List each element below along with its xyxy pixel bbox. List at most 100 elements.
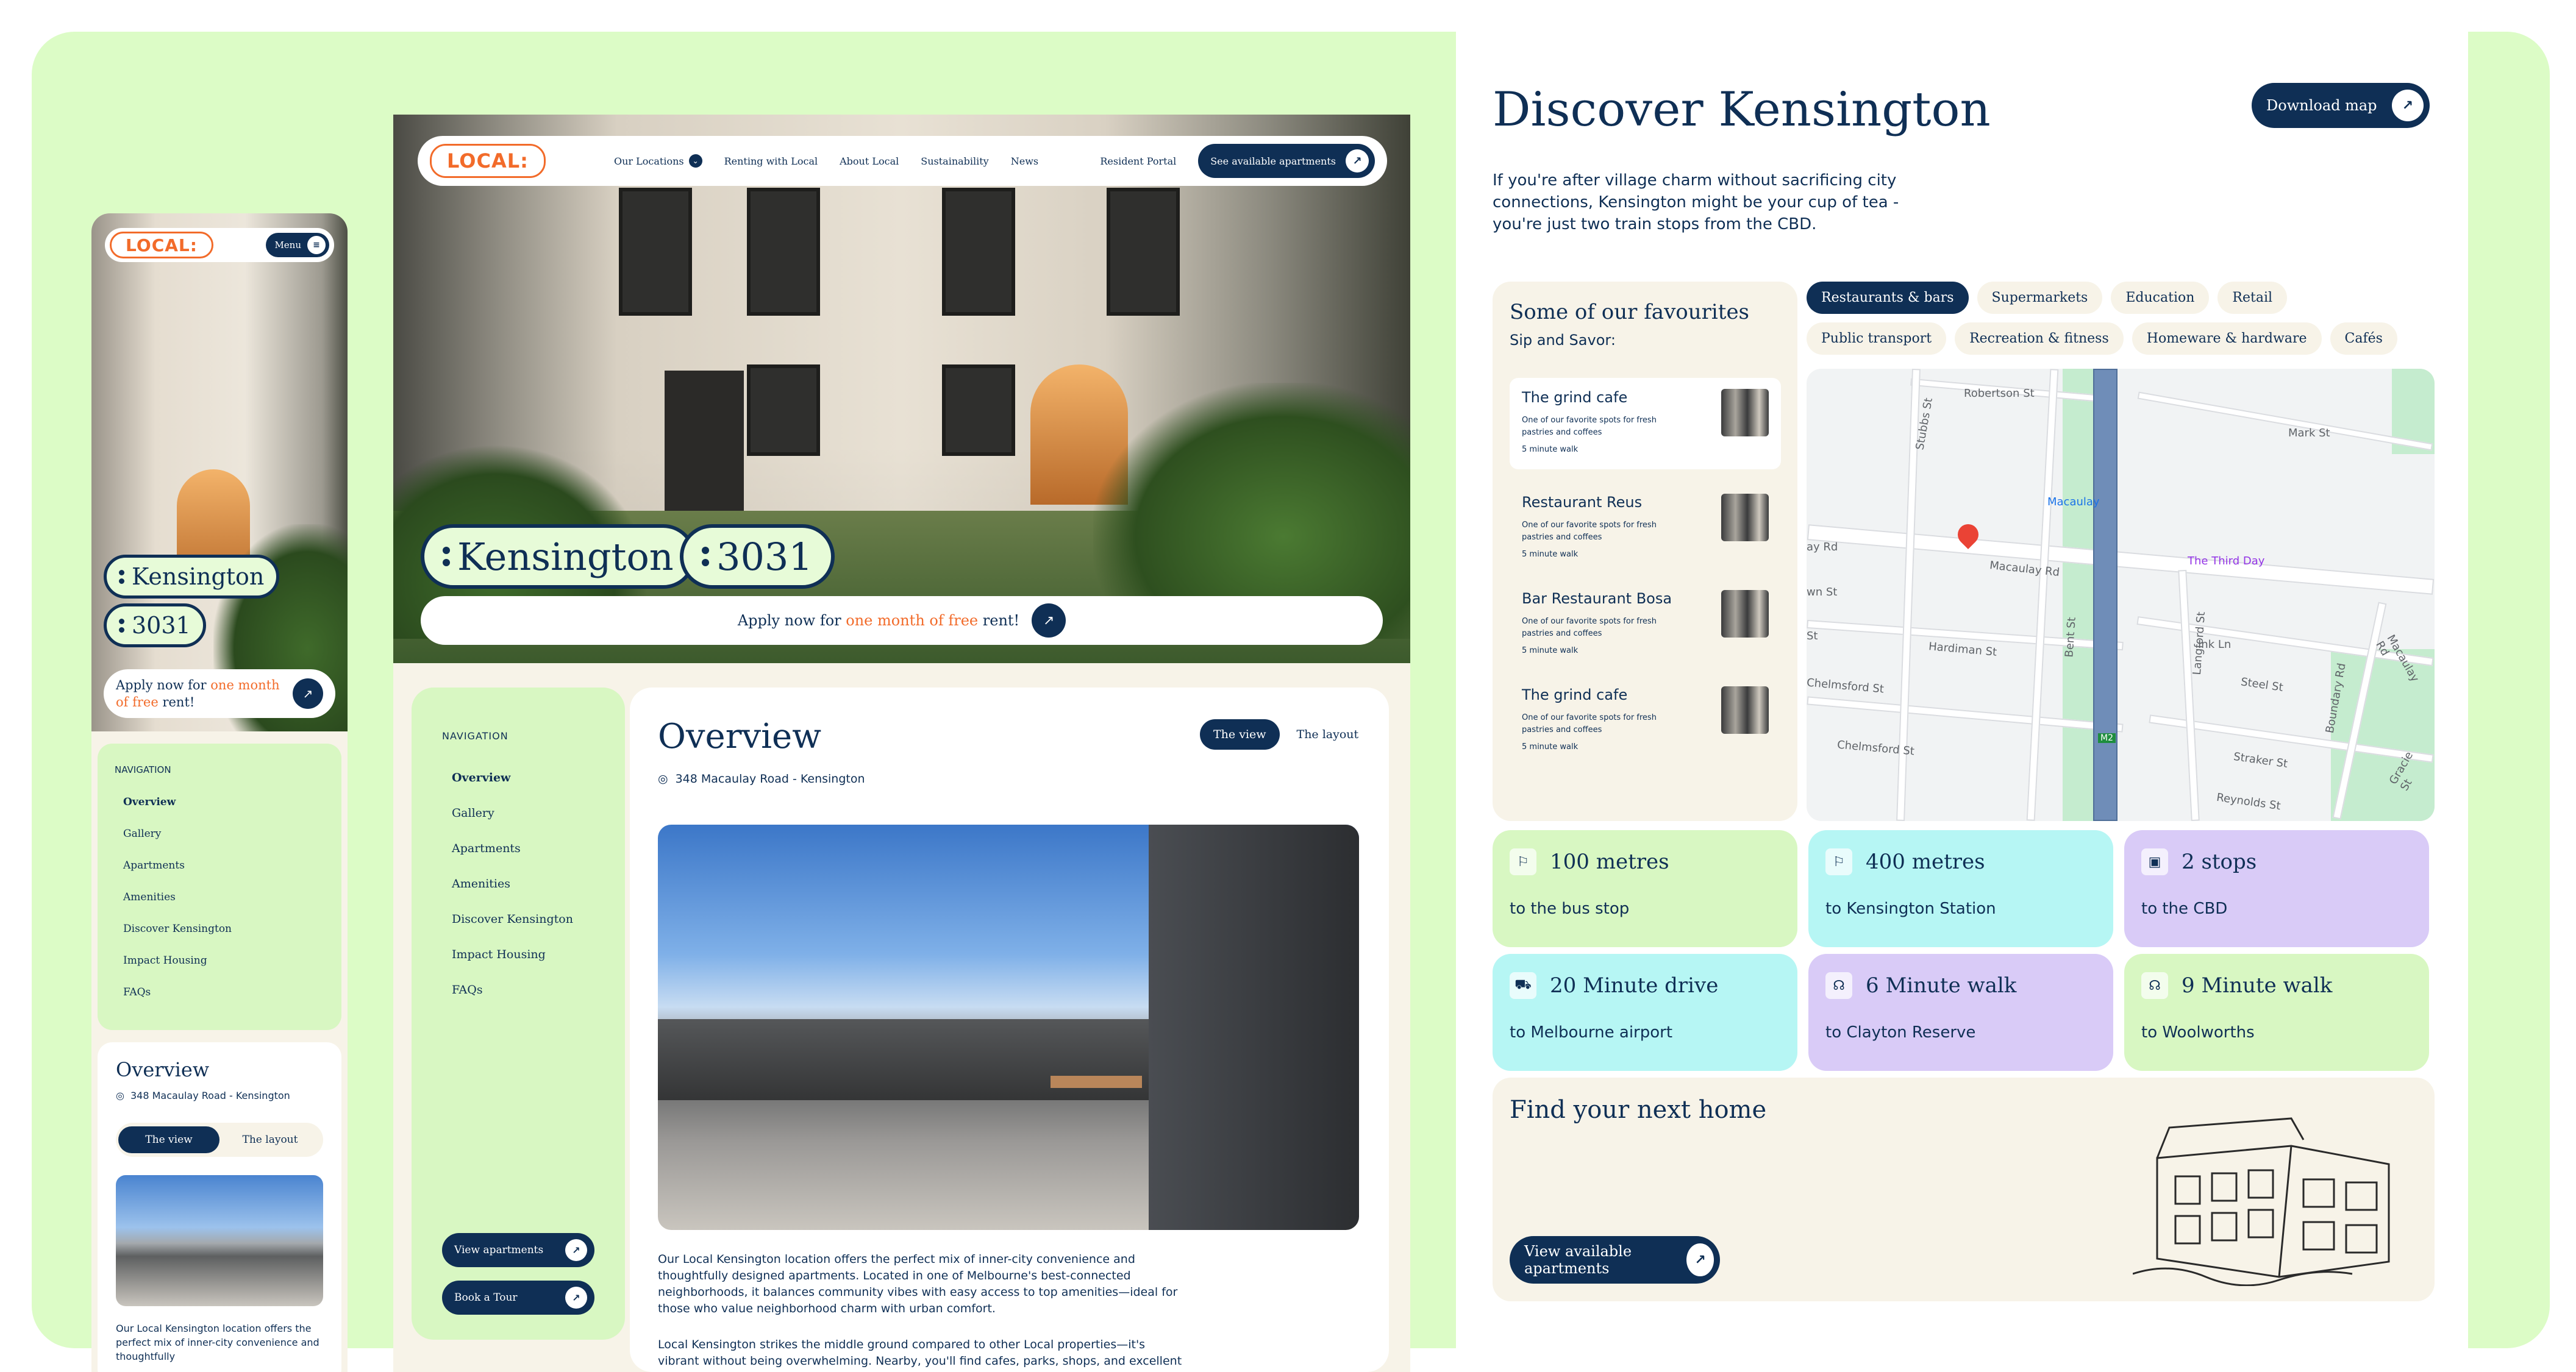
nav-our-locations[interactable]: Our Locations ⌄	[614, 154, 702, 168]
navigation-heading: NAVIGATION	[442, 730, 508, 742]
flag-icon: ⚐	[1510, 848, 1536, 875]
sidenav-apartments[interactable]: Apartments	[452, 842, 594, 855]
stat-card: ☊ 9 Minute walk to Woolworths	[2124, 954, 2429, 1071]
sidenav-overview[interactable]: Overview	[123, 796, 324, 808]
sidenav-discover-kensington[interactable]: Discover Kensington	[452, 912, 594, 926]
favourite-card[interactable]: The grind cafe One of our favorite spots…	[1510, 378, 1781, 469]
book-tour-button[interactable]: Book a Tour ↗	[442, 1281, 594, 1315]
see-apartments-button[interactable]: See available apartments ↗	[1198, 144, 1375, 178]
sidenav-impact-housing[interactable]: Impact Housing	[123, 954, 324, 967]
resident-portal-link[interactable]: Resident Portal	[1100, 155, 1176, 167]
chip-retail[interactable]: Retail	[2217, 282, 2288, 314]
sidenav-impact-housing[interactable]: Impact Housing	[452, 948, 594, 961]
view-apartments-button[interactable]: View apartments ↗	[442, 1233, 594, 1267]
discover-intro: If you're after village charm without sa…	[1493, 171, 1899, 233]
train-icon: ▣	[2141, 848, 2168, 875]
sidenav-amenities[interactable]: Amenities	[123, 891, 324, 903]
chip-homeware-hardware[interactable]: Homeware & hardware	[2132, 322, 2322, 355]
building-door	[665, 371, 744, 523]
view-layout-toggle: The view The layout	[116, 1123, 323, 1157]
location-pin-icon: ◎	[116, 1090, 124, 1101]
favourite-card[interactable]: Bar Restaurant Bosa One of our favorite …	[1510, 579, 1781, 670]
apply-banner[interactable]: Apply now for one month of free rent! ↗	[421, 596, 1383, 645]
chip-education[interactable]: Education	[2111, 282, 2210, 314]
arrow-up-right-icon[interactable]: ↗	[293, 678, 323, 709]
car-icon: ⛟	[1510, 972, 1536, 999]
side-navigation: NAVIGATION Overview Gallery Apartments A…	[412, 688, 625, 1340]
favourites-panel: Some of our favourites Sip and Savor: Th…	[1493, 282, 1797, 821]
stat-card: ⛟ 20 Minute drive to Melbourne airport	[1493, 954, 1797, 1071]
venue-thumbnail	[1721, 686, 1769, 734]
discover-title: Discover Kensington	[1493, 82, 1991, 137]
walk-icon: ☊	[1825, 972, 1852, 999]
building-window	[747, 188, 820, 316]
favourite-card[interactable]: The grind cafe One of our favorite spots…	[1510, 675, 1781, 767]
venue-thumbnail	[1721, 590, 1769, 638]
sidenav-amenities[interactable]: Amenities	[452, 877, 594, 890]
category-chips: Restaurants & bars Supermarkets Educatio…	[1807, 282, 2435, 355]
building-window	[942, 188, 1015, 316]
arrow-up-right-icon[interactable]: ↗	[1032, 603, 1066, 638]
postcode-tag: 3031	[104, 603, 206, 647]
flag-icon: ⚐	[1825, 848, 1852, 875]
building-sketch-illustration	[2133, 1117, 2390, 1286]
nav-renting-with-local[interactable]: Renting with Local	[724, 155, 818, 167]
chip-cafes[interactable]: Cafés	[2330, 322, 2397, 355]
overview-title: Overview	[116, 1058, 210, 1081]
stat-card: ▣ 2 stops to the CBD	[2124, 830, 2429, 947]
chip-recreation-fitness[interactable]: Recreation & fitness	[1955, 322, 2124, 355]
download-map-button[interactable]: Download map ↗	[2252, 83, 2430, 128]
area-map[interactable]: Robertson St Stubbs St Mark St Macaulay …	[1807, 369, 2435, 821]
rail-line	[2093, 369, 2118, 821]
sidenav-discover-kensington[interactable]: Discover Kensington	[123, 923, 324, 935]
overview-section: Overview ◎ 348 Macaulay Road - Kensingto…	[630, 688, 1389, 1372]
overview-paragraph-2: Local Kensington strikes the middle grou…	[658, 1338, 1182, 1372]
balcony-photo	[658, 825, 1359, 1230]
nav-news[interactable]: News	[1011, 155, 1038, 167]
sidenav-apartments[interactable]: Apartments	[123, 859, 324, 872]
venue-thumbnail	[1721, 494, 1769, 541]
chip-public-transport[interactable]: Public transport	[1807, 322, 1947, 355]
tab-the-layout[interactable]: The layout	[1283, 719, 1372, 750]
local-logo[interactable]: LOCAL:	[430, 144, 546, 178]
tab-the-layout[interactable]: The layout	[219, 1126, 321, 1153]
find-home-section: Find your next home View available apart…	[1493, 1078, 2435, 1301]
tab-the-view[interactable]: The view	[118, 1126, 219, 1153]
stat-card: ☊ 6 Minute walk to Clayton Reserve	[1808, 954, 2113, 1071]
chip-supermarkets[interactable]: Supermarkets	[1977, 282, 2103, 314]
local-logo[interactable]: LOCAL:	[110, 232, 213, 258]
view-layout-toggle: The view The layout	[1200, 719, 1372, 750]
suburb-tag: Kensington	[104, 555, 280, 599]
stat-card: ⚐ 400 metres to Kensington Station	[1808, 830, 2113, 947]
favourite-card[interactable]: Restaurant Reus One of our favorite spot…	[1510, 483, 1781, 574]
menu-button[interactable]: Menu ≡	[266, 233, 329, 257]
mobile-side-navigation: NAVIGATION Overview Gallery Apartments A…	[98, 744, 341, 1030]
postcode-tag: 3031	[680, 524, 835, 589]
mobile-overview-section: Overview ◎ 348 Macaulay Road - Kensingto…	[98, 1042, 341, 1372]
suburb-tag: Kensington	[421, 524, 696, 589]
mobile-top-navigation: LOCAL: Menu ≡	[105, 228, 334, 262]
nav-about-local[interactable]: About Local	[840, 155, 899, 167]
balcony-photo	[116, 1175, 323, 1306]
mobile-hero-image	[91, 213, 348, 731]
sidenav-faqs[interactable]: FAQs	[123, 986, 324, 998]
apply-banner[interactable]: Apply now for one month of free rent! ↗	[104, 669, 335, 718]
overview-paragraph: Our Local Kensington location offers the…	[116, 1323, 319, 1362]
tab-the-view[interactable]: The view	[1200, 719, 1280, 750]
building-window	[942, 364, 1015, 456]
sidenav-faqs[interactable]: FAQs	[452, 983, 594, 997]
sidenav-gallery[interactable]: Gallery	[123, 828, 324, 840]
sidenav-overview[interactable]: Overview	[452, 771, 594, 784]
arrow-up-right-icon: ↗	[1686, 1243, 1714, 1276]
view-available-apartments-button[interactable]: View available apartments ↗	[1510, 1236, 1720, 1284]
arrow-up-right-icon: ↗	[565, 1287, 587, 1309]
sidenav-gallery[interactable]: Gallery	[452, 806, 594, 820]
top-navigation: LOCAL: Our Locations ⌄ Renting with Loca…	[418, 136, 1387, 186]
nav-sustainability[interactable]: Sustainability	[921, 155, 988, 167]
chip-restaurants-bars[interactable]: Restaurants & bars	[1807, 282, 1969, 314]
walk-icon: ☊	[2141, 972, 2168, 999]
building-window	[747, 364, 820, 456]
overview-paragraph-1: Our Local Kensington location offers the…	[658, 1253, 1178, 1315]
stat-card: ⚐ 100 metres to the bus stop	[1493, 830, 1797, 947]
navigation-heading: NAVIGATION	[115, 764, 171, 775]
